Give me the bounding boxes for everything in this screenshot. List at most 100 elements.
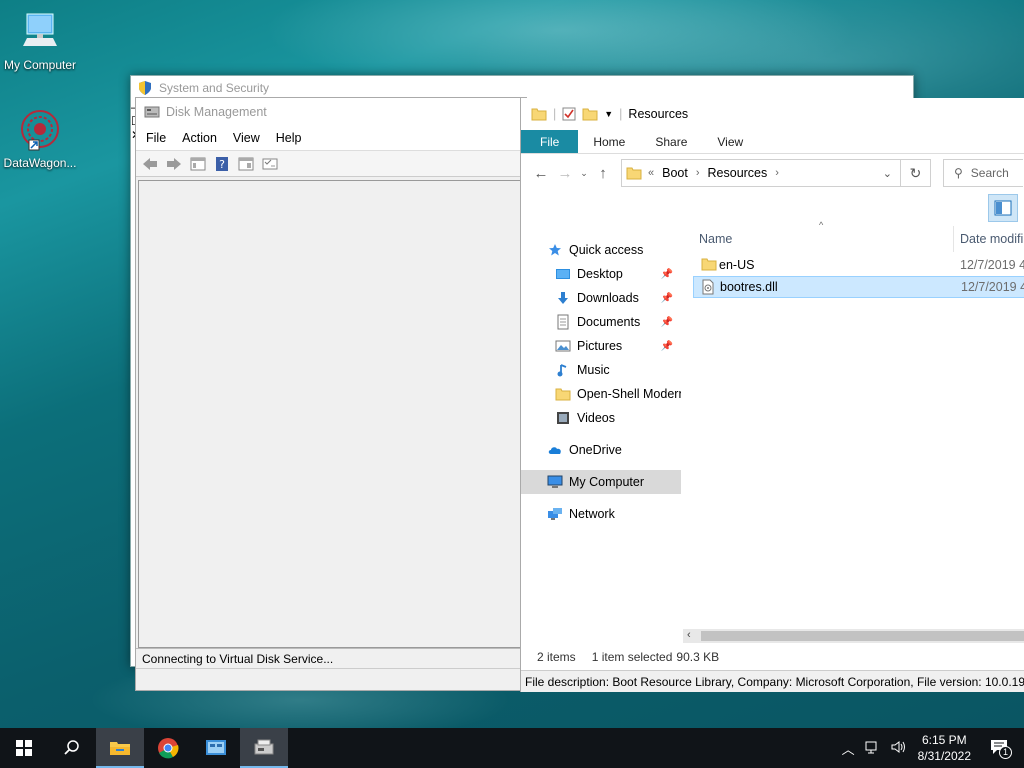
preview-pane-button[interactable] [988,194,1018,222]
search-input[interactable]: ⚲ Search [943,159,1023,187]
file-name: bootres.dll [720,280,778,294]
taskbar: ︿ 6:15 PM 8/31/2022 1 [0,728,1024,768]
disk-management-icon [144,105,160,119]
properties-check-icon[interactable] [562,107,576,121]
chevron-right-icon[interactable]: › [696,167,700,179]
scroll-left-icon[interactable]: ‹ [687,629,691,641]
column-headers: ^ Name Date modifi [693,220,1024,252]
breadcrumb-resources[interactable]: Resources [708,166,768,180]
horizontal-scrollbar[interactable]: ‹ [683,629,1024,643]
status-size: 90.3 KB [676,649,720,664]
back-arrow-icon[interactable]: ← [529,165,553,182]
nav-open-shell-modern[interactable]: Open-Shell Modern [521,382,681,406]
menu-file[interactable]: File [146,131,166,145]
videos-icon [555,410,571,426]
desktop-icon-my-computer[interactable]: My Computer [0,10,80,72]
desktop-icon-datawagon[interactable]: DataWagon... [0,108,80,170]
scrollbar-thumb[interactable] [701,631,1024,641]
back-arrow-icon[interactable] [140,155,160,173]
forward-arrow-icon[interactable]: → [553,165,577,182]
pin-icon[interactable]: 📌 [661,341,673,352]
details-bar: File description: Boot Resource Library,… [521,670,1024,692]
pin-icon[interactable]: 📌 [661,293,673,304]
up-arrow-icon[interactable]: ↑ [591,165,615,182]
nav-music[interactable]: Music [521,358,681,382]
nav-documents[interactable]: Documents 📌 [521,310,681,334]
disk-management-icon [254,739,274,755]
address-row: ← → ⌄ ↑ « Boot › Resources › ⌄ ↻ ⚲ Searc… [521,154,1024,192]
nav-videos[interactable]: Videos [521,406,681,430]
file-name: en-US [719,258,755,272]
column-date-modified[interactable]: Date modifi [960,232,1023,246]
disk-management-titlebar[interactable]: Disk Management [136,98,526,126]
forward-arrow-icon[interactable] [164,155,184,173]
taskbar-disk-management[interactable] [240,728,288,768]
file-date: 12/7/2019 4: [961,280,1024,294]
nav-quick-access[interactable]: Quick access [521,238,681,262]
nav-onedrive[interactable]: OneDrive [521,438,681,462]
breadcrumb-boot[interactable]: Boot [662,166,688,180]
menu-help[interactable]: Help [276,131,302,145]
tab-share[interactable]: Share [640,130,702,153]
file-date: 12/7/2019 4: [960,258,1024,272]
recent-dropdown-icon[interactable]: ⌄ [577,168,591,179]
music-icon [555,362,571,378]
view-row [521,192,1024,228]
nav-downloads[interactable]: Downloads 📌 [521,286,681,310]
search-icon [64,740,79,755]
nav-desktop[interactable]: Desktop 📌 [521,262,681,286]
action-pane-icon[interactable] [236,155,256,173]
console-tree-icon[interactable] [188,155,208,173]
address-dropdown-icon[interactable]: ⌄ [883,167,892,180]
address-bar[interactable]: « Boot › Resources › ⌄ [621,159,901,187]
explorer-titlebar[interactable]: | ▼ | Resources [521,98,1024,130]
start-button[interactable] [0,728,48,768]
taskbar-chrome[interactable] [144,728,192,768]
nav-my-computer[interactable]: My Computer [521,470,681,494]
folder-icon [555,386,571,402]
menu-view[interactable]: View [233,131,260,145]
pin-icon[interactable]: 📌 [661,269,673,280]
overflow-chevron-icon[interactable]: « [648,167,654,179]
chevron-right-icon[interactable]: › [775,167,779,179]
nav-pictures[interactable]: Pictures 📌 [521,334,681,358]
pictures-icon [555,338,571,354]
tab-file[interactable]: File [521,130,579,153]
help-icon[interactable]: ? [212,155,232,173]
window-title: System and Security [159,81,270,95]
notifications-button[interactable]: 1 [990,739,1012,759]
tab-view[interactable]: View [702,130,758,153]
star-icon [547,242,563,258]
window-title: Resources [628,107,689,121]
taskbar-control-panel[interactable] [192,728,240,768]
pin-icon[interactable]: 📌 [661,317,673,328]
nav-network[interactable]: Network [521,502,681,526]
quick-access-dropdown-icon[interactable]: ▼ [604,109,613,119]
download-arrow-icon [555,290,571,306]
file-row[interactable]: en-US 12/7/2019 4: [693,254,1024,276]
file-row[interactable]: bootres.dll 12/7/2019 4: [693,276,1024,298]
file-explorer-window: | ▼ | Resources File Home Share View ← →… [520,98,1024,692]
new-folder-icon[interactable] [582,107,598,121]
dll-file-icon [701,279,715,298]
menu-action[interactable]: Action [182,131,217,145]
disk-management-window: Disk Management File Action View Help ? … [135,97,527,691]
toolbar: ? [136,150,526,177]
status-item-count: 2 items [537,649,576,664]
taskbar-file-explorer[interactable] [96,728,144,768]
properties-icon[interactable] [260,155,280,173]
column-name[interactable]: Name [699,232,732,246]
tab-home[interactable]: Home [578,130,640,153]
clock[interactable]: 6:15 PM 8/31/2022 [918,732,971,764]
datawagon-logo-icon [17,108,63,154]
volume-icon[interactable] [891,740,907,757]
search-button[interactable] [48,728,96,768]
sort-up-icon: ^ [819,220,824,230]
refresh-icon: ↻ [909,164,922,181]
chevron-up-icon[interactable]: ︿ [842,739,855,758]
network-icon [547,506,563,522]
system-tray: ︿ 6:15 PM 8/31/2022 1 [837,728,1024,768]
refresh-button[interactable]: ↻ [901,159,931,187]
network-status-icon[interactable] [865,740,881,757]
folder-icon [701,257,717,274]
